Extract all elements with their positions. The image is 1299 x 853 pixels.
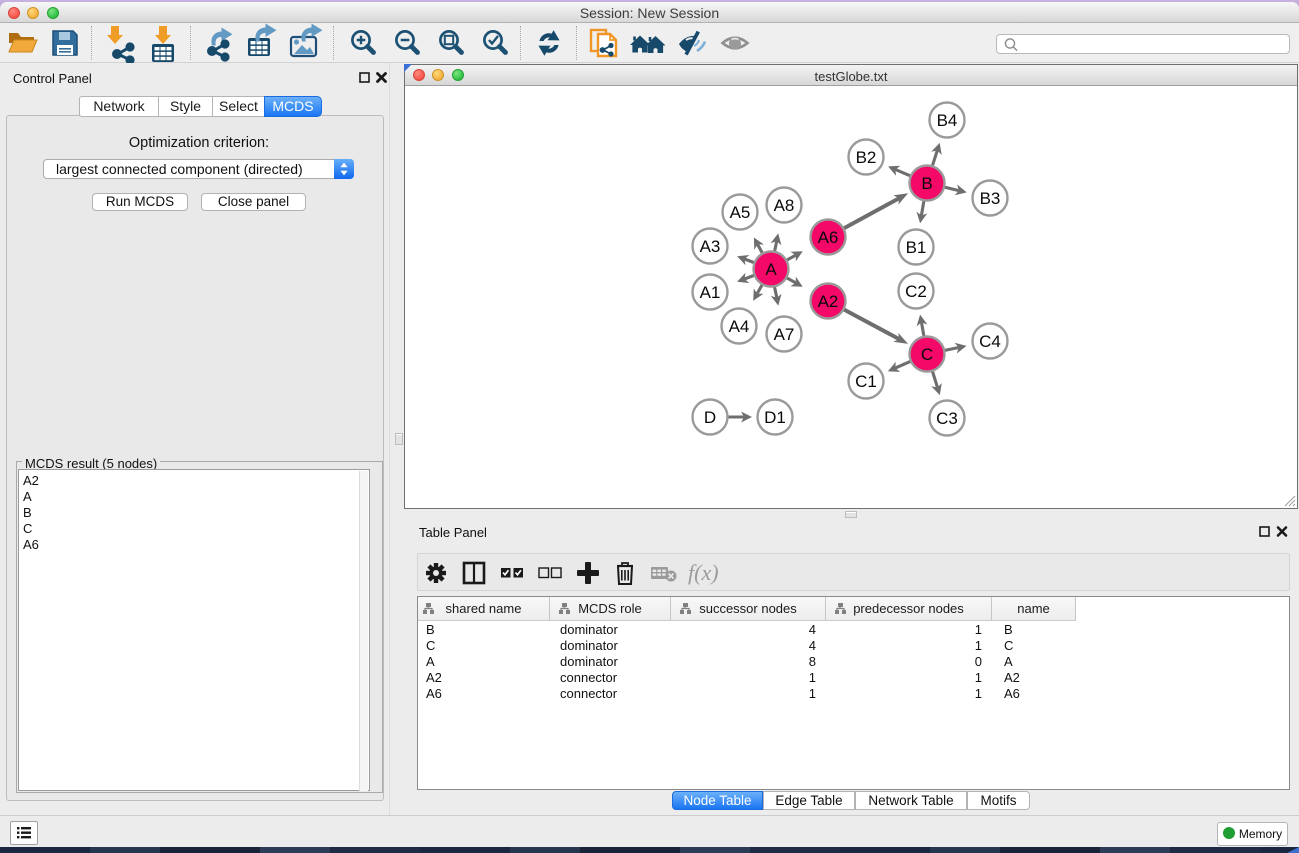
svg-text:D1: D1 [764,408,786,427]
svg-text:A2: A2 [818,292,839,311]
svg-text:D: D [704,408,716,427]
svg-text:B3: B3 [980,189,1001,208]
svg-text:f(x): f(x) [688,560,719,585]
svg-text:A5: A5 [730,203,751,222]
svg-text:C4: C4 [979,332,1001,351]
svg-text:A7: A7 [774,325,795,344]
svg-text:A4: A4 [729,317,750,336]
svg-text:B: B [921,174,932,193]
svg-text:A: A [765,260,777,279]
svg-text:B4: B4 [937,111,958,130]
svg-text:A1: A1 [700,283,721,302]
svg-text:A3: A3 [700,237,721,256]
svg-text:B2: B2 [856,148,877,167]
svg-text:C1: C1 [855,372,877,391]
svg-text:C2: C2 [905,282,927,301]
svg-text:C: C [921,345,933,364]
svg-text:B1: B1 [906,238,927,257]
svg-text:A8: A8 [774,196,795,215]
svg-text:A6: A6 [818,228,839,247]
svg-text:C3: C3 [936,409,958,428]
